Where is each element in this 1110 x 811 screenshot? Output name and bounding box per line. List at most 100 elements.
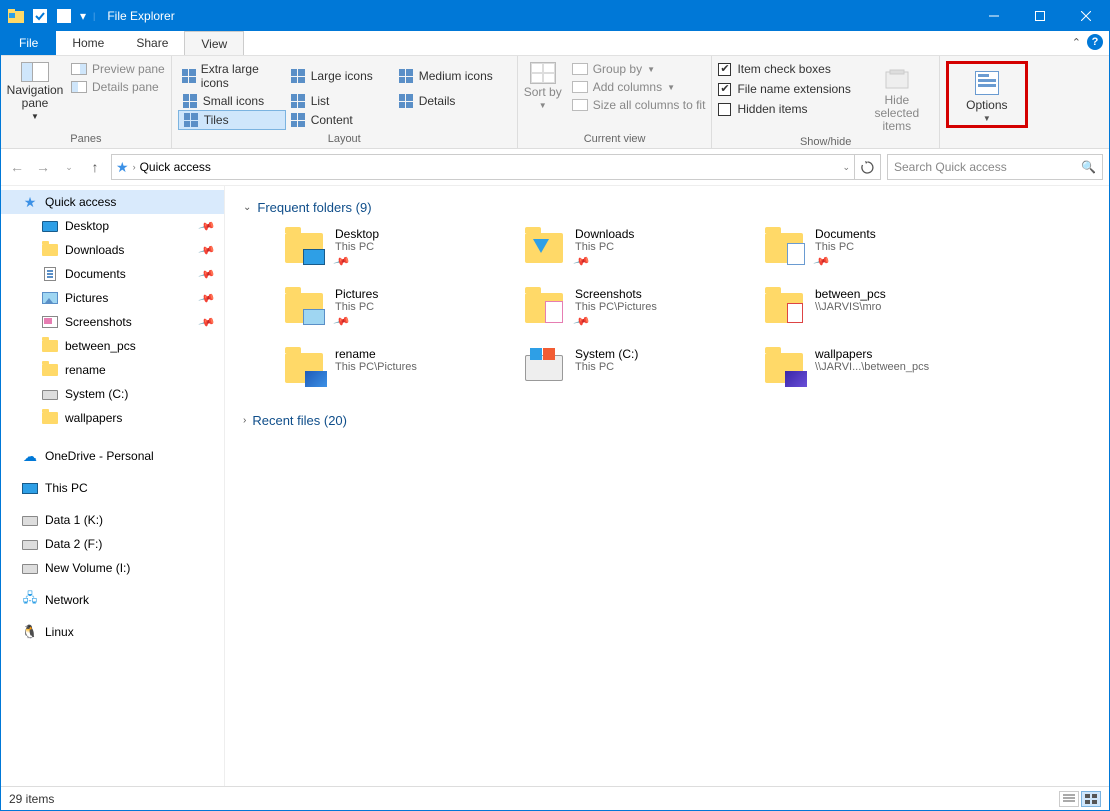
layout-medium-icons[interactable]: Medium icons (394, 60, 502, 92)
doc-icon (41, 266, 59, 282)
tree-item-downloads[interactable]: Downloads📌 (1, 238, 224, 262)
checkbox-icon: ✔ (718, 83, 731, 96)
tree-item-network[interactable]: 🖧Network (1, 588, 224, 612)
frequent-folders-header[interactable]: ⌄ Frequent folders (9) (243, 200, 1091, 215)
checkbox-icon (718, 103, 731, 116)
tree-item-screenshots[interactable]: Screenshots📌 (1, 310, 224, 334)
layout-icon (398, 94, 414, 108)
add-columns-button[interactable]: Add columns ▼ (572, 80, 706, 94)
folder-tile-wallpapers[interactable]: wallpapers\\JARVI...\between_pcs (763, 347, 993, 389)
tree-item-rename[interactable]: rename (1, 358, 224, 382)
tree-item-new-volume--i--[interactable]: New Volume (I:) (1, 556, 224, 580)
qat-new-folder-icon[interactable] (53, 5, 75, 27)
qat-dropdown-icon[interactable]: ▾ (77, 5, 89, 27)
folder-icon (283, 287, 325, 329)
tree-item-system--c--[interactable]: System (C:) (1, 382, 224, 406)
tree-quick-access[interactable]: ★ Quick access (1, 190, 224, 214)
tab-home[interactable]: Home (56, 31, 120, 55)
desktop-icon (41, 218, 59, 234)
folder-tile-downloads[interactable]: DownloadsThis PC📌 (523, 227, 753, 269)
pic-icon (41, 290, 59, 306)
help-icon[interactable]: ? (1087, 34, 1103, 50)
maximize-button[interactable] (1017, 1, 1063, 31)
quick-access-icon: ★ (116, 159, 129, 176)
checkbox-file-name-extensions[interactable]: ✔File name extensions (718, 82, 850, 96)
tree-item-onedrive---personal[interactable]: ☁OneDrive - Personal (1, 444, 224, 468)
folder-tile-rename[interactable]: renameThis PC\Pictures (283, 347, 513, 389)
folder-name: Screenshots (575, 287, 657, 301)
layout-tiles[interactable]: Tiles (178, 110, 286, 130)
tree-item-desktop[interactable]: Desktop📌 (1, 214, 224, 238)
folder-icon (523, 227, 565, 269)
size-columns-button[interactable]: Size all columns to fit (572, 98, 706, 112)
pin-icon: 📌 (198, 265, 216, 283)
tab-file[interactable]: File (1, 31, 56, 55)
net-icon: 🖧 (21, 592, 39, 608)
window-title: File Explorer (107, 9, 174, 23)
content-pane[interactable]: ⌄ Frequent folders (9) DesktopThis PC📌Do… (225, 186, 1109, 786)
folder-location: This PC (335, 241, 379, 253)
tiles-view-toggle[interactable] (1081, 791, 1101, 807)
tree-item-data-2--f--[interactable]: Data 2 (F:) (1, 532, 224, 556)
recent-locations-button[interactable]: ⌄ (59, 157, 79, 177)
recent-files-header[interactable]: › Recent files (20) (243, 413, 1091, 428)
layout-list[interactable]: List (286, 92, 394, 110)
options-button[interactable]: Options ▼ (951, 66, 1023, 123)
details-pane-button[interactable]: Details pane (71, 80, 165, 94)
collapse-ribbon-icon[interactable]: ⌃ (1072, 36, 1081, 49)
layout-content[interactable]: Content (286, 110, 394, 130)
options-button-highlight: Options ▼ (946, 61, 1028, 128)
tree-item-this-pc[interactable]: This PC (1, 476, 224, 500)
layout-details[interactable]: Details (394, 92, 502, 110)
navigation-pane-button[interactable]: Navigation pane ▼ (7, 58, 63, 121)
tree-item-documents[interactable]: Documents📌 (1, 262, 224, 286)
layout-large-icons[interactable]: Large icons (286, 60, 394, 92)
folder-tile-documents[interactable]: DocumentsThis PC📌 (763, 227, 993, 269)
folder-name: Pictures (335, 287, 378, 301)
tab-share[interactable]: Share (120, 31, 184, 55)
close-button[interactable] (1063, 1, 1109, 31)
folder-tile-desktop[interactable]: DesktopThis PC📌 (283, 227, 513, 269)
minimize-button[interactable] (971, 1, 1017, 31)
folder-tile-system--c--[interactable]: System (C:)This PC (523, 347, 753, 389)
breadcrumb-item[interactable]: Quick access (140, 160, 211, 174)
down-icon (41, 242, 59, 258)
tree-item-data-1--k--[interactable]: Data 1 (K:) (1, 508, 224, 532)
back-button[interactable]: ← (7, 157, 27, 177)
checkbox-hidden-items[interactable]: Hidden items (718, 102, 850, 116)
breadcrumb-dropdown-icon[interactable]: ⌄ (842, 162, 850, 173)
pin-icon: 📌 (573, 252, 591, 270)
tree-item-wallpapers[interactable]: wallpapers (1, 406, 224, 430)
breadcrumb[interactable]: ★ › Quick access ⌄ (111, 154, 855, 180)
preview-pane-button[interactable]: Preview pane (71, 62, 165, 76)
search-input[interactable]: Search Quick access 🔍 (887, 154, 1103, 180)
group-by-button[interactable]: Group by ▼ (572, 62, 706, 76)
qat-properties-icon[interactable] (29, 5, 51, 27)
tree-item-pictures[interactable]: Pictures📌 (1, 286, 224, 310)
folder-tile-pictures[interactable]: PicturesThis PC📌 (283, 287, 513, 329)
folder-tile-between-pcs[interactable]: between_pcs\\JARVIS\mro (763, 287, 993, 329)
forward-button[interactable]: → (33, 157, 53, 177)
folder-icon (523, 347, 565, 389)
refresh-button[interactable] (855, 154, 881, 180)
folder-icon (41, 338, 59, 354)
details-view-toggle[interactable] (1059, 791, 1079, 807)
up-button[interactable]: ↑ (85, 157, 105, 177)
folder-location: This PC (575, 361, 638, 373)
tree-item-linux[interactable]: 🐧Linux (1, 620, 224, 644)
folder-location: This PC\Pictures (335, 361, 417, 373)
folder-location: This PC (815, 241, 876, 253)
folder-icon (41, 362, 59, 378)
folder-location: \\JARVIS\mro (815, 301, 886, 313)
folder-tile-screenshots[interactable]: ScreenshotsThis PC\Pictures📌 (523, 287, 753, 329)
hide-selected-button[interactable]: Hide selected items (861, 62, 933, 134)
group-panes: Navigation pane ▼ Preview pane Details p… (1, 56, 172, 148)
layout-icon (398, 69, 414, 83)
layout-small-icons[interactable]: Small icons (178, 92, 286, 110)
tab-view[interactable]: View (184, 31, 244, 55)
sort-by-button[interactable]: Sort by ▼ (524, 62, 562, 110)
tree-item-between-pcs[interactable]: between_pcs (1, 334, 224, 358)
layout-extra-large-icons[interactable]: Extra large icons (178, 60, 286, 92)
checkbox-item-check-boxes[interactable]: ✔Item check boxes (718, 62, 850, 76)
navigation-tree[interactable]: ★ Quick access Desktop📌Downloads📌Documen… (1, 186, 225, 786)
